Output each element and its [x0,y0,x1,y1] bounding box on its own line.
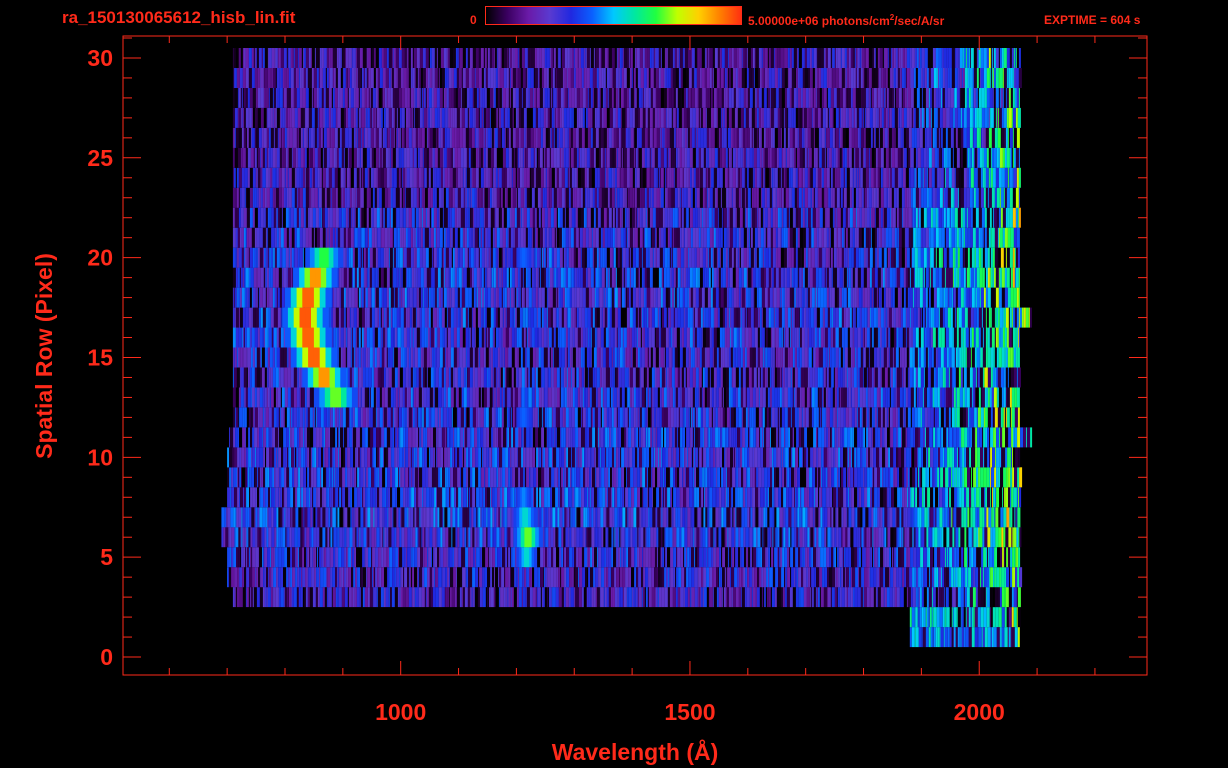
y-tick-label: 30 [87,45,113,71]
colorbar-max-value: 5.00000e+06 [748,14,819,28]
y-tick-label: 10 [87,444,113,470]
file-name-title: ra_150130065612_hisb_lin.fit [62,8,296,27]
heatmap-row [232,347,1020,368]
heatmap-row [232,147,1020,168]
exposure-time-label: EXPTIME = 604 s [1044,13,1141,27]
heatmap-row [232,327,1020,348]
heatmap-row [227,467,1023,488]
colorbar-max-label: 5.00000e+06 photons/cm2/sec/A/sr [748,13,944,28]
y-tick-label: 15 [87,344,113,370]
heatmap-row [232,207,1021,228]
heatmap-row [232,127,1020,148]
colorbar-units-post: /sec/A/sr [894,14,945,28]
heatmap-row [232,287,1020,308]
y-tick-label: 25 [87,145,113,171]
x-tick-label: 1500 [664,699,715,725]
colorbar-units-pre: photons/cm [821,14,890,28]
heatmap-row [232,87,1020,108]
x-axis-title: Wavelength (Å) [552,738,719,765]
x-tick-label: 2000 [954,699,1005,725]
heatmap-row [232,407,1020,428]
heatmap-row [232,167,1021,188]
x-tick-label: 1000 [375,699,426,725]
heatmap-row [232,48,1021,68]
heatmap-row [232,247,1020,268]
heatmap-row [227,547,1021,568]
heatmap-row [232,68,1022,88]
y-tick-label: 5 [100,544,113,570]
heatmap-row [227,487,1022,508]
heatmap-row [232,367,1021,388]
heatmap-row [232,227,1020,248]
heatmap-row [909,627,1020,648]
y-tick-label: 20 [87,245,113,271]
heatmap-row [221,507,1021,528]
heatmap-row [232,587,1021,608]
heatmap-row [227,427,1033,448]
heatmap-row [232,307,1032,328]
heatmap-row [227,567,1023,588]
heatmap-row [227,447,1021,468]
heatmap-image [221,48,1033,648]
heatmap-row [232,267,1020,288]
y-axis-title: Spatial Row (Pixel) [31,253,57,459]
heatmap-row [909,607,1021,628]
heatmap-row [221,527,1022,548]
colorbar [485,6,742,25]
colorbar-min-label: 0 [470,13,477,27]
heatmap-row [232,107,1021,128]
spectral-image-plot: 1000 1500 2000051015202530 Wavelength (Å) … [31,35,1148,765]
heatmap-row [232,187,1020,208]
y-tick-label: 0 [100,644,113,670]
